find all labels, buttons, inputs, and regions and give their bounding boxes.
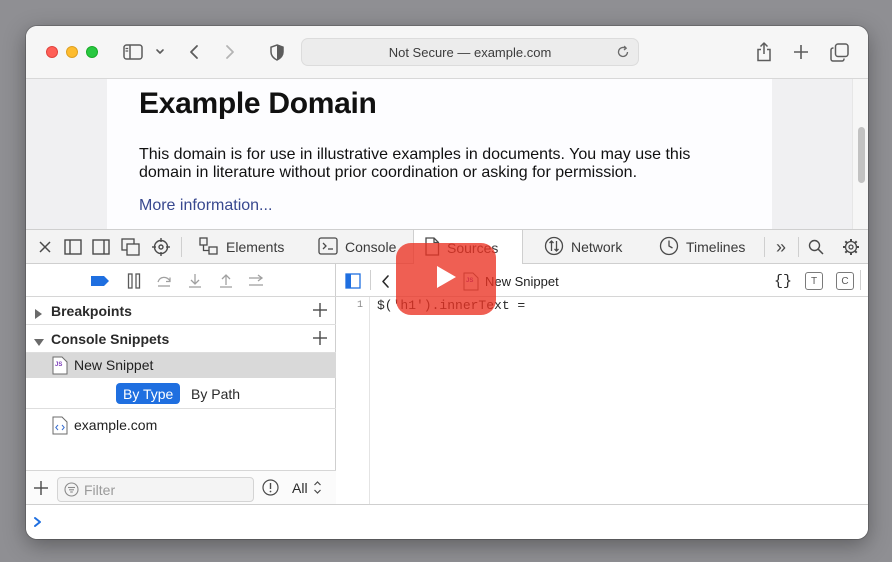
chevron-down-icon[interactable] (154, 44, 166, 60)
type-profiler-icon[interactable]: T (805, 272, 823, 290)
dock-right-icon[interactable] (90, 230, 112, 264)
address-bar[interactable]: Not Secure — example.com (301, 38, 639, 66)
back-icon[interactable] (186, 42, 202, 62)
elements-icon (199, 236, 219, 258)
tab-label: Timelines (686, 239, 746, 255)
search-icon[interactable] (806, 230, 826, 264)
minimize-window-button[interactable] (66, 46, 78, 58)
tab-label: Console (345, 239, 397, 255)
network-icon (544, 236, 564, 259)
back-icon[interactable] (378, 272, 392, 290)
more-tabs-icon[interactable]: » (771, 230, 791, 264)
add-breakpoint-icon[interactable] (312, 302, 328, 321)
toolbar-divider (798, 237, 799, 257)
page-paragraph: This domain is for use in illustrative e… (139, 146, 691, 181)
step-into-icon[interactable] (185, 271, 205, 291)
forward-icon[interactable] (222, 42, 238, 62)
web-page: Example Domain This domain is for use in… (26, 79, 868, 229)
share-icon[interactable] (754, 39, 774, 63)
new-tab-icon[interactable] (791, 42, 811, 62)
prompt-chevron-icon (33, 515, 42, 533)
tab-overview-icon[interactable] (828, 41, 850, 63)
line-number: 1 (356, 300, 363, 311)
console-prompt[interactable] (26, 504, 868, 539)
scope-select-value[interactable]: All (292, 480, 308, 496)
navigator-sidebar-toggle-icon[interactable] (344, 272, 362, 290)
pause-icon[interactable] (124, 271, 144, 291)
play-icon (435, 265, 457, 294)
toolbar-divider (181, 237, 182, 257)
add-icon[interactable] (33, 480, 49, 501)
console-snippets-section-header[interactable]: Console Snippets (26, 325, 336, 353)
video-play-button[interactable] (396, 243, 496, 315)
filter-input[interactable]: Filter (57, 477, 254, 502)
close-devtools-icon[interactable] (34, 230, 56, 264)
pretty-print-button[interactable]: {} (772, 272, 794, 290)
line-number-gutter[interactable]: 1 (336, 297, 370, 504)
tab-elements[interactable]: Elements (189, 230, 294, 264)
timelines-icon (659, 236, 679, 259)
navigator-toolbar (26, 264, 336, 297)
editor-file-name: New Snippet (485, 274, 559, 289)
add-snippet-icon[interactable] (312, 330, 328, 349)
tab-label: Network (571, 239, 623, 255)
console-snippets-label: Console Snippets (51, 331, 170, 347)
js-file-icon: JS (52, 356, 68, 378)
console-icon (318, 236, 338, 258)
step-over-icon[interactable] (154, 271, 174, 291)
group-by-type-button[interactable]: By Type (116, 383, 181, 404)
sources-navigator: Breakpoints Console Snippets JS New Snip… (26, 264, 336, 504)
step-out-icon[interactable] (216, 271, 236, 291)
info-icon[interactable] (262, 479, 279, 501)
disclosure-collapsed-icon[interactable] (34, 306, 43, 322)
breakpoints-toggle-icon[interactable] (90, 271, 110, 291)
breakpoints-label: Breakpoints (51, 303, 132, 319)
snippet-list-item[interactable]: JS New Snippet (26, 353, 336, 378)
group-by-path-button[interactable]: By Path (184, 383, 247, 404)
toolbar-divider (370, 270, 371, 290)
breakpoints-section-header[interactable]: Breakpoints (26, 297, 336, 325)
sidebar-toggle-icon[interactable] (122, 42, 144, 62)
js-badge-text: JS (55, 362, 62, 368)
detach-window-icon[interactable] (119, 230, 143, 264)
filter-icon (64, 482, 79, 500)
gear-icon[interactable] (840, 230, 862, 264)
close-window-button[interactable] (46, 46, 58, 58)
snippet-name: New Snippet (74, 357, 154, 373)
privacy-shield-icon[interactable] (268, 42, 286, 62)
zoom-window-button[interactable] (86, 46, 98, 58)
up-down-chevron-icon[interactable] (313, 480, 322, 500)
page-heading: Example Domain (139, 87, 377, 120)
tab-label: Elements (226, 239, 285, 255)
code-coverage-icon[interactable]: C (836, 272, 854, 290)
reload-icon[interactable] (616, 45, 630, 62)
toolbar-divider (764, 237, 765, 257)
address-text: Not Secure — example.com (388, 44, 552, 60)
tab-console[interactable]: Console (308, 230, 406, 264)
navigator-filter-bar: Filter All (26, 470, 336, 504)
resource-name: example.com (74, 417, 158, 433)
resource-list-item[interactable]: example.com (26, 413, 336, 437)
browser-toolbar: Not Secure — example.com (26, 26, 868, 79)
disclosure-expanded-icon[interactable] (34, 334, 44, 350)
tab-timelines[interactable]: Timelines (649, 230, 755, 264)
tab-network[interactable]: Network (534, 230, 632, 264)
group-by-control: By Type By Path (26, 378, 336, 409)
filter-placeholder: Filter (84, 481, 116, 498)
step-icon[interactable] (247, 271, 267, 291)
page-scrollbar[interactable] (852, 79, 868, 229)
toolbar-divider (860, 270, 861, 290)
dock-left-icon[interactable] (62, 230, 84, 264)
html-file-icon (52, 416, 68, 438)
page-scroll-thumb[interactable] (858, 127, 865, 183)
element-picker-icon[interactable] (149, 230, 173, 264)
more-information-link[interactable]: More information... (139, 197, 272, 215)
